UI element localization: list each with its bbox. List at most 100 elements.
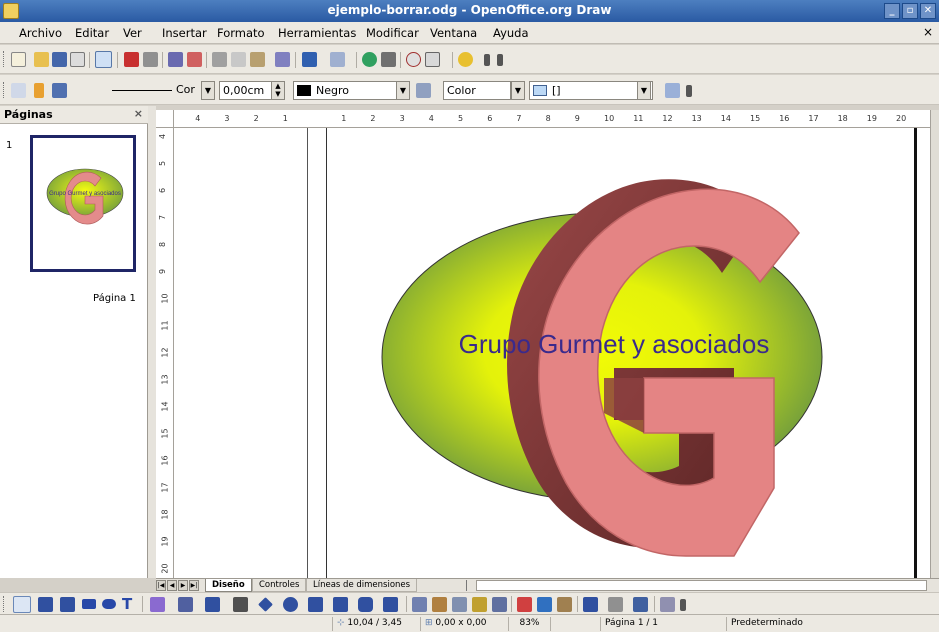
line-color-select[interactable]: Negro [293, 81, 397, 100]
tab-diseno[interactable]: Diseño [205, 579, 252, 592]
spellcheck-icon[interactable] [168, 52, 183, 67]
arrow-tool-icon[interactable] [60, 597, 75, 612]
close-button[interactable]: ✕ [920, 3, 936, 19]
line-style-select[interactable]: Cor [110, 81, 206, 100]
document-close-icon[interactable]: × [923, 25, 933, 39]
insert-image-icon[interactable] [517, 597, 532, 612]
glue-points-icon[interactable] [432, 597, 447, 612]
points-icon[interactable] [412, 597, 427, 612]
shadow-icon[interactable] [665, 83, 680, 98]
rectangle-icon[interactable] [82, 599, 96, 609]
page-thumbnail[interactable]: Grupo Gurmet y asociados [30, 135, 136, 272]
copy-icon[interactable] [231, 52, 246, 67]
ellipse-icon[interactable] [102, 599, 116, 609]
line-tool-icon[interactable] [38, 597, 53, 612]
toggle-extrusion-icon[interactable] [492, 597, 507, 612]
save-icon[interactable] [52, 52, 67, 67]
new-document-icon[interactable] [11, 52, 26, 67]
tab-last-icon[interactable]: ▶| [189, 580, 199, 591]
connector-icon[interactable] [178, 597, 193, 612]
flowchart-icon[interactable] [333, 597, 348, 612]
area-style-select[interactable]: Color [443, 81, 511, 100]
block-arrows-icon[interactable] [308, 597, 323, 612]
arrange-icon[interactable] [633, 597, 648, 612]
curve-icon[interactable] [150, 597, 165, 612]
help-icon[interactable] [458, 52, 473, 67]
line-width-field[interactable]: 0,00cm [219, 81, 273, 100]
callouts-icon[interactable] [358, 597, 373, 612]
toolbar-grip-icon[interactable] [3, 596, 6, 612]
extrusion-icon[interactable] [557, 597, 572, 612]
menu-formato[interactable]: Formato [217, 26, 265, 40]
toolbar-more-icon[interactable] [497, 54, 503, 66]
fill-bucket-icon[interactable] [416, 83, 431, 98]
undo-icon[interactable] [302, 52, 317, 67]
select-icon[interactable] [13, 596, 31, 613]
panel-splitter[interactable] [148, 106, 156, 578]
tab-controles[interactable]: Controles [252, 579, 307, 592]
gallery-icon[interactable] [537, 597, 552, 612]
cut-icon[interactable] [212, 52, 227, 67]
tab-next-icon[interactable]: ▶ [178, 580, 188, 591]
align-icon[interactable] [608, 597, 623, 612]
chart-icon[interactable] [362, 52, 377, 67]
basic-shapes-icon[interactable] [258, 597, 273, 612]
logo-text[interactable]: Grupo Gurmet y asociados [459, 329, 770, 359]
export-pdf-icon[interactable] [124, 52, 139, 67]
toolbar-more-icon[interactable] [484, 54, 490, 66]
drawing-canvas[interactable]: Grupo Gurmet y asociados [174, 128, 930, 578]
lines-arrows-icon[interactable] [205, 597, 220, 612]
paste-icon[interactable] [250, 52, 265, 67]
symbol-shapes-icon[interactable] [283, 597, 298, 612]
line-width-spinner[interactable]: ▲ ▼ [271, 81, 285, 100]
horizontal-scrollbar[interactable] [476, 580, 927, 591]
print-icon[interactable] [143, 52, 158, 67]
area-fill-select[interactable]: [] [529, 81, 653, 100]
maximize-button[interactable]: ▫ [902, 3, 918, 19]
tab-first-icon[interactable]: |◀ [156, 580, 166, 591]
tab-lineas-dimensiones[interactable]: Líneas de dimensiones [306, 579, 418, 592]
horizontal-ruler[interactable]: 543211234567891011121314151617181920 [156, 110, 939, 128]
toolbar-grip-icon[interactable] [3, 82, 6, 98]
menu-ventana[interactable]: Ventana [430, 26, 477, 40]
line-icon[interactable] [34, 83, 44, 98]
arrow-style-icon[interactable] [52, 83, 67, 98]
menu-herramientas[interactable]: Herramientas [278, 26, 356, 40]
open-folder-icon[interactable] [34, 52, 49, 67]
draw-functions-icon[interactable] [406, 52, 421, 67]
line-color-dropdown[interactable]: ▼ [396, 81, 410, 100]
clone-formatting-icon[interactable] [275, 52, 290, 67]
zoom-icon[interactable] [425, 52, 440, 67]
logo-drawing[interactable]: Grupo Gurmet y asociados [174, 128, 930, 578]
redo-icon[interactable] [330, 52, 345, 67]
menu-editar[interactable]: Editar [75, 26, 109, 40]
status-zoom[interactable]: 83% [508, 617, 550, 631]
toolbar-more-icon[interactable] [680, 599, 686, 611]
tab-splitter[interactable] [466, 580, 474, 591]
menu-archivo[interactable]: Archivo [19, 26, 62, 40]
vertical-scrollbar[interactable] [930, 110, 939, 578]
navigator-icon[interactable] [381, 52, 396, 67]
toolbar-more-icon[interactable] [686, 85, 692, 97]
email-icon[interactable] [70, 52, 85, 67]
minimize-button[interactable]: _ [884, 3, 900, 19]
menu-ver[interactable]: Ver [123, 26, 142, 40]
stars-icon[interactable] [383, 597, 398, 612]
rotate-icon[interactable] [452, 597, 467, 612]
3d-objects-icon[interactable] [233, 597, 248, 612]
pages-panel-close-icon[interactable]: × [134, 107, 143, 120]
styles-icon[interactable] [11, 83, 26, 98]
toolbar-grip-icon[interactable] [3, 51, 6, 67]
menu-insertar[interactable]: Insertar [162, 26, 207, 40]
tab-prev-icon[interactable]: ◀ [167, 580, 177, 591]
menu-modificar[interactable]: Modificar [366, 26, 419, 40]
area-fill-dropdown[interactable]: ▼ [637, 81, 651, 100]
fontwork-icon[interactable] [472, 597, 487, 612]
vertical-ruler[interactable]: 4 5 6 7 8 9 10 11 12 13 14 15 16 17 18 19 20 [156, 128, 174, 578]
edit-file-icon[interactable] [95, 51, 112, 68]
autospellcheck-icon[interactable] [187, 52, 202, 67]
area-style-dropdown[interactable]: ▼ [511, 81, 525, 100]
rotate-menu-icon[interactable] [583, 597, 598, 612]
group-icon[interactable] [660, 597, 675, 612]
menu-ayuda[interactable]: Ayuda [493, 26, 529, 40]
